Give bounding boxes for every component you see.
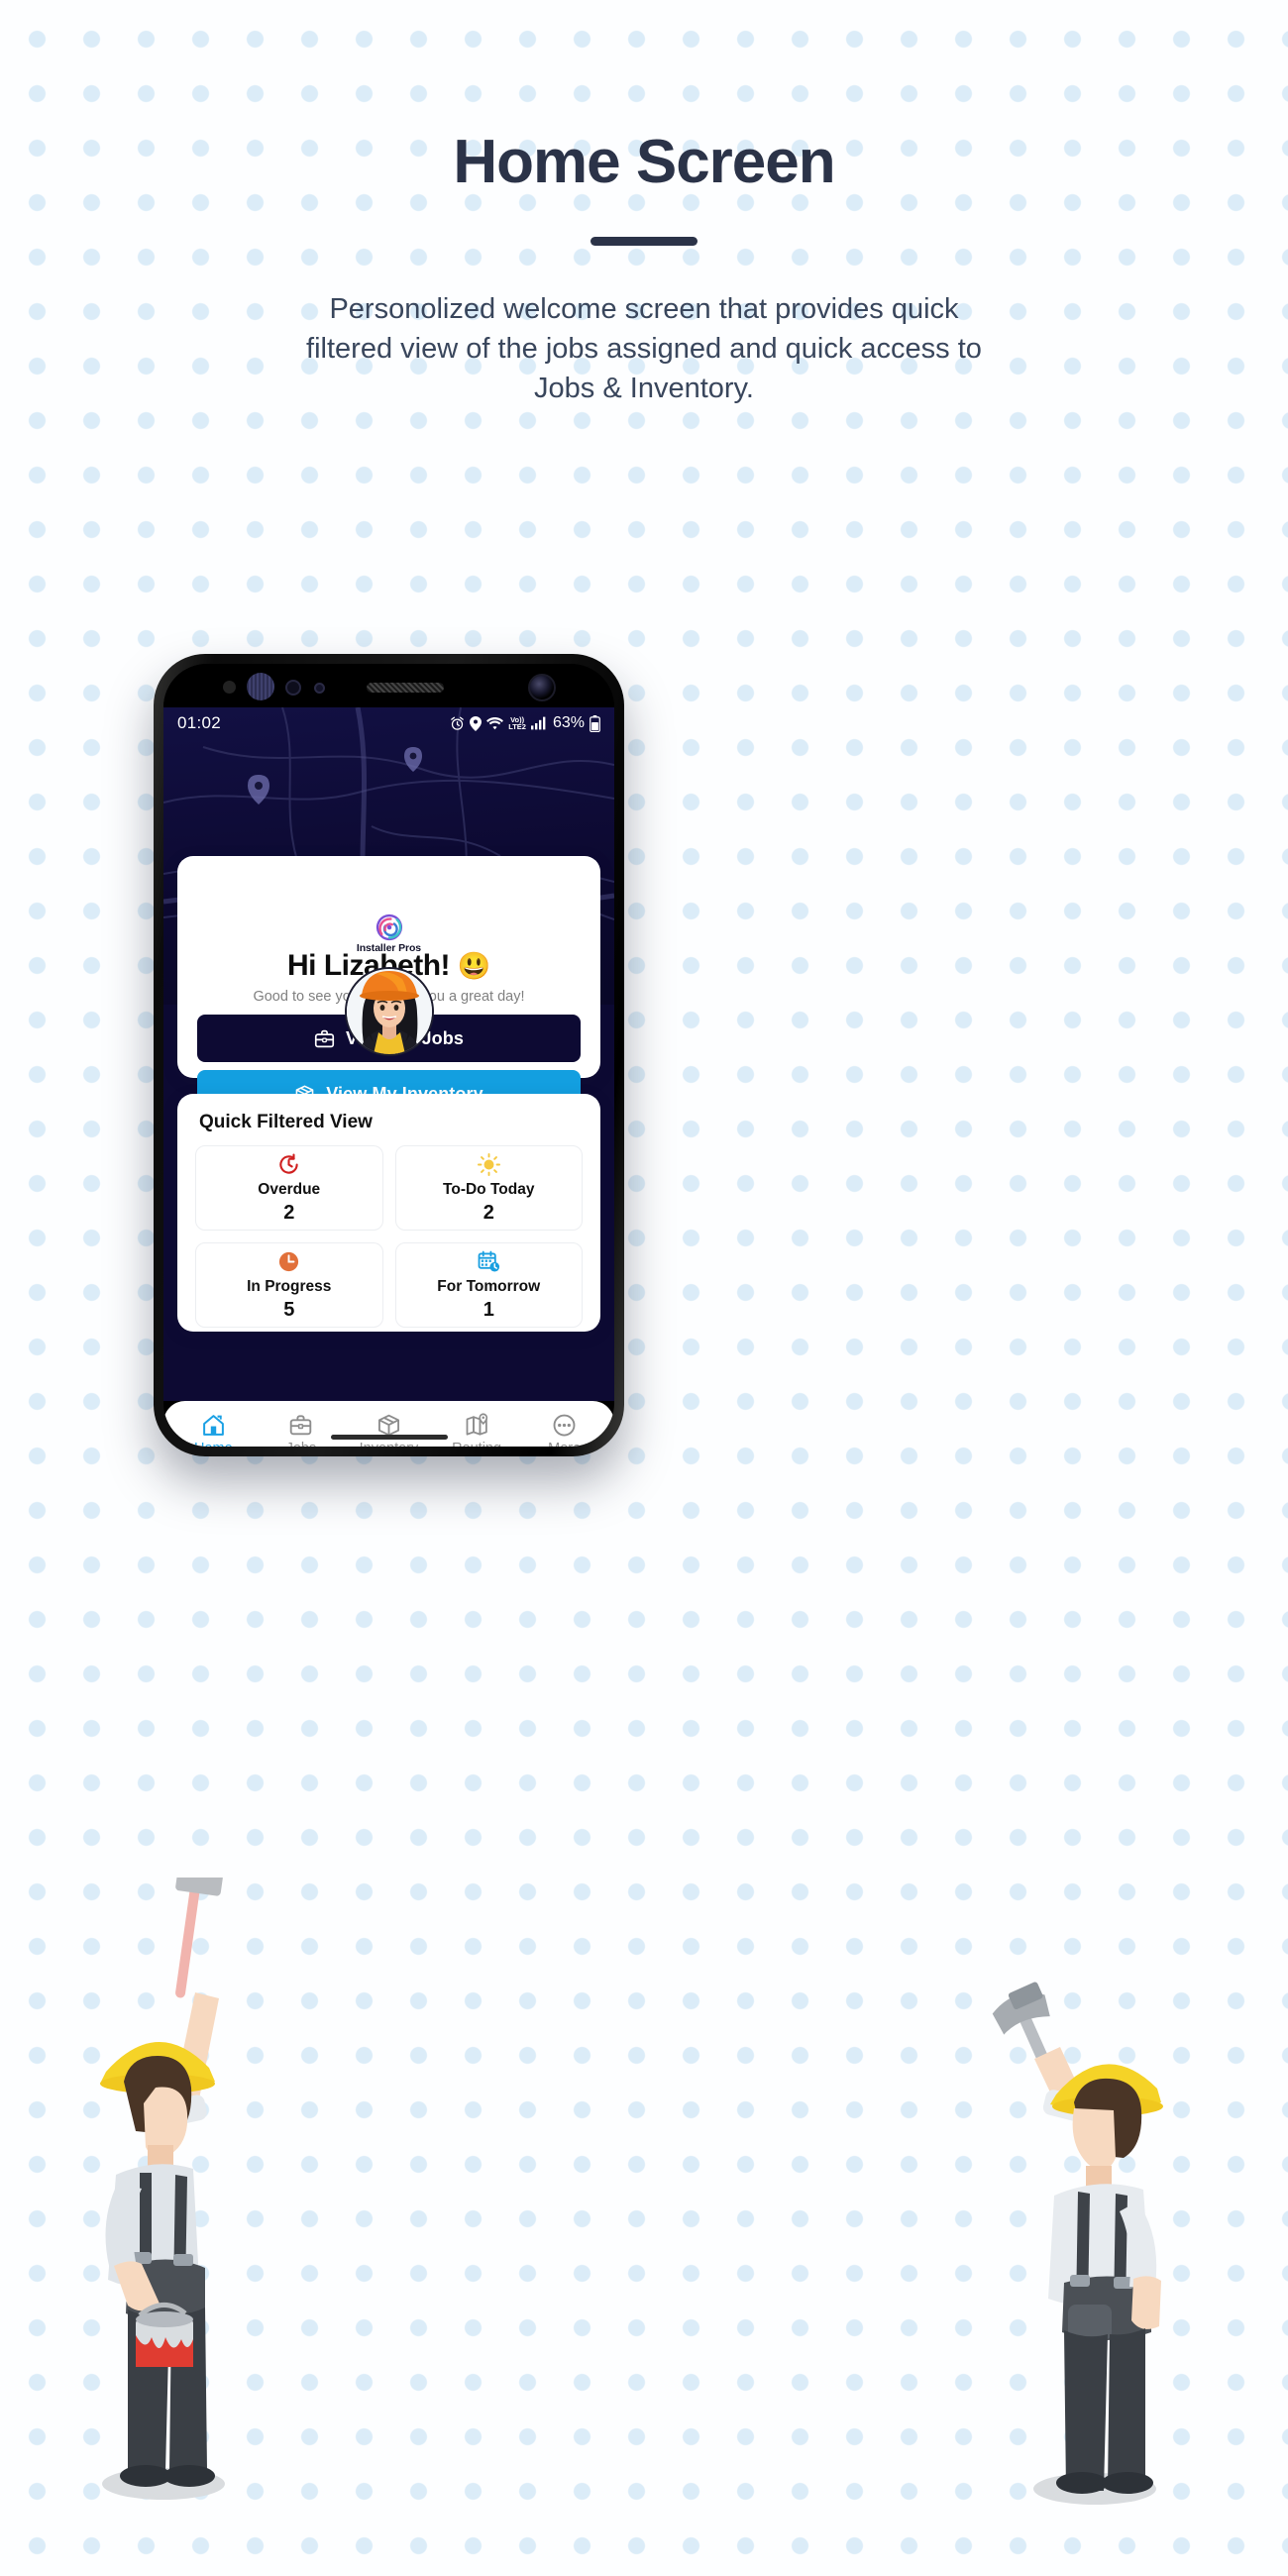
filter-card-in-progress[interactable]: In Progress 5 [195,1242,383,1328]
signal-bars-icon [530,716,546,730]
nav-label: Routing [452,1441,501,1447]
iris-scanner-icon [247,673,274,700]
ellipsis-circle-icon [553,1414,576,1437]
front-camera-icon [528,674,556,701]
nav-item-more[interactable]: More [525,1413,604,1447]
filter-grid: Overdue 2 To-Do Today 2 In Progress 5 Fo… [195,1145,583,1328]
installer-pros-logo [376,913,402,941]
filter-card-for-tomorrow[interactable]: For Tomorrow 1 [394,1242,583,1328]
worker-with-paint-roller-illustration [45,1869,263,2512]
phone-mockup: 01:02 Vo)) LTE2 63% Installer Pros Hi Li… [154,654,624,1456]
page-title: Home Screen [453,128,835,196]
proximity-sensor-icon [223,681,236,694]
calendar-clock-icon [478,1249,500,1275]
filter-count: 1 [483,1298,494,1321]
earpiece-speaker-icon [367,683,444,693]
quick-filtered-view-title: Quick Filtered View [199,1112,373,1132]
nav-item-inventory[interactable]: Inventory [349,1413,428,1447]
avatar[interactable] [344,967,434,1056]
smiley-face-icon: 😃 [457,951,491,981]
network-type-label: Vo)) LTE2 [508,714,526,731]
location-pin-icon [470,715,483,731]
phone-screen-area: 01:02 Vo)) LTE2 63% Installer Pros Hi Li… [163,664,614,1447]
status-bar: 01:02 Vo)) LTE2 63% [163,707,614,739]
clock-filled-icon [277,1249,300,1275]
briefcase-icon [290,1415,312,1436]
phone-top-bezel [163,664,614,707]
alarm-icon [451,716,464,730]
app-screen: 01:02 Vo)) LTE2 63% Installer Pros Hi Li… [163,707,614,1401]
home-indicator-bar [330,1435,448,1440]
page-header: Home Screen Personolized welcome screen … [0,0,1288,408]
nav-label: More [548,1441,581,1447]
battery-icon [590,714,600,732]
filter-count: 2 [283,1201,295,1224]
map-pin-icon [466,1413,487,1436]
filter-card-overdue[interactable]: Overdue 2 [195,1145,383,1231]
filter-count: 5 [283,1298,295,1321]
nav-label: Home [194,1441,233,1447]
quick-filtered-view-card: Quick Filtered View Overdue 2 To-Do Toda… [177,1094,600,1332]
light-sensor-icon [285,680,301,696]
nav-item-home[interactable]: Home [173,1413,253,1447]
title-divider [590,237,698,246]
welcome-card: Installer Pros Hi Lizabeth! 😃 Good to se… [177,856,600,1118]
filter-label: To-Do Today [443,1180,535,1198]
bottom-navigation-bar: Home Jobs [163,1401,614,1447]
brand-block: Installer Pros [177,913,600,954]
clock-rotate-left-icon [277,1152,300,1178]
filter-label: Overdue [258,1180,321,1198]
nav-label: Jobs [286,1441,317,1447]
wifi-icon [486,716,504,730]
home-icon [202,1415,224,1436]
nav-item-routing[interactable]: Routing [437,1413,516,1447]
ir-sensor-icon [314,683,325,694]
nav-item-jobs[interactable]: Jobs [262,1413,341,1447]
nav-label: Inventory [360,1441,419,1447]
page-description: Personolized welcome screen that provide… [306,293,982,405]
filter-label: In Progress [247,1277,332,1295]
status-time: 01:02 [177,713,222,732]
user-avatar-image [344,967,434,1056]
briefcase-icon [314,1029,335,1047]
status-icons: Vo)) LTE2 63% [450,714,600,732]
filter-label: For Tomorrow [437,1277,541,1295]
sun-icon [477,1152,500,1178]
worker-with-hammer-illustration [991,1882,1214,2517]
filter-count: 2 [483,1201,494,1224]
filter-card-to-do-today[interactable]: To-Do Today 2 [394,1145,583,1231]
battery-percent-label: 63% [552,714,585,731]
page-root: Home Screen Personolized welcome screen … [0,0,1288,2576]
